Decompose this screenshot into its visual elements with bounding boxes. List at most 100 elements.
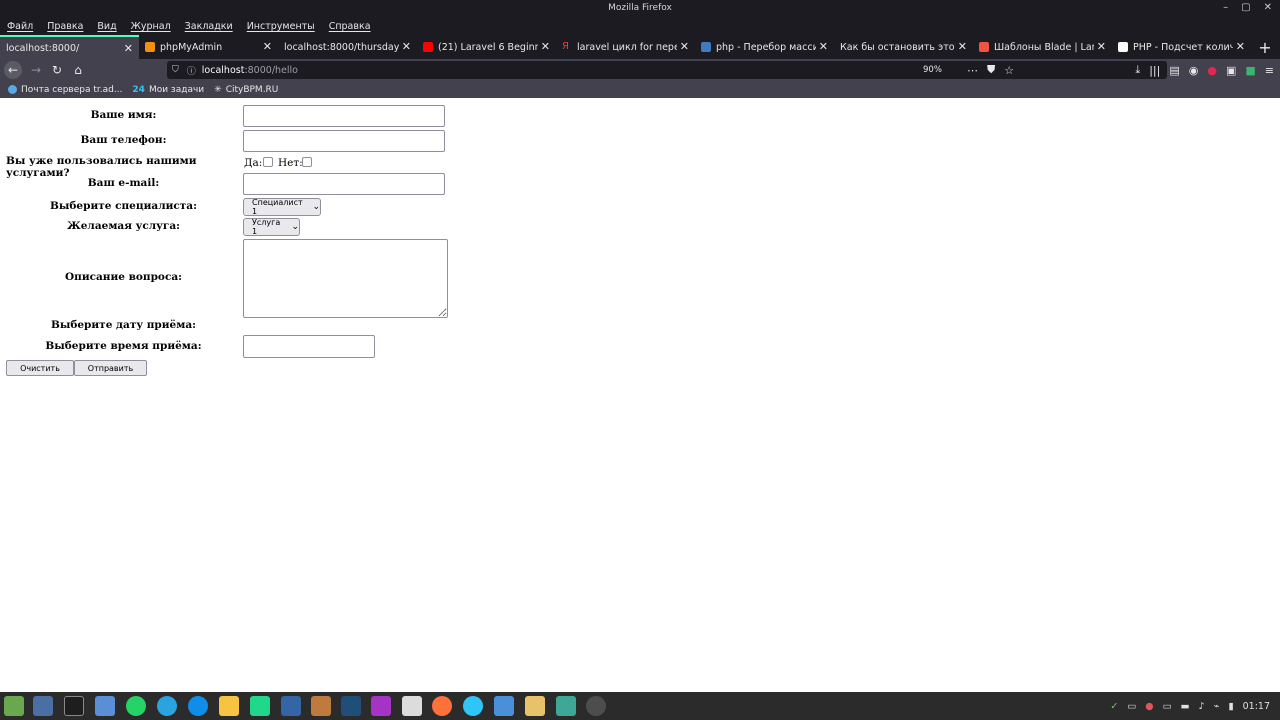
info-icon[interactable]: ⓘ <box>187 64 196 77</box>
phone-input[interactable] <box>243 130 445 152</box>
show-desktop-icon[interactable] <box>33 696 53 716</box>
specialist-label: Выберите специалиста: <box>50 200 197 212</box>
display-tray-icon[interactable]: ▭ <box>1163 701 1172 712</box>
power-icon[interactable]: ▮ <box>1228 701 1233 712</box>
firefox-icon[interactable] <box>432 696 452 716</box>
close-tab-icon[interactable]: ✕ <box>958 40 967 53</box>
calculator-icon[interactable] <box>281 696 301 716</box>
bitrix24-icon[interactable] <box>463 696 483 716</box>
close-tab-icon[interactable]: ✕ <box>541 40 550 53</box>
description-textarea[interactable] <box>243 239 448 318</box>
home-icon[interactable]: ⌂ <box>69 61 87 79</box>
tab-php-count[interactable]: PHP - Подсчет количест ✕ <box>1112 35 1251 59</box>
service-label: Желаемая услуга: <box>66 220 181 232</box>
page-actions-icon[interactable]: ⋯ <box>967 64 978 77</box>
download-icon[interactable]: ⤓ <box>1135 63 1140 77</box>
sidebar-icon[interactable]: ▤ <box>1169 64 1179 77</box>
bookmark-star-icon[interactable]: ☆ <box>1004 64 1014 77</box>
telegram-icon[interactable] <box>157 696 177 716</box>
tab-yandex[interactable]: Я laravel цикл for перенос ✕ <box>556 35 695 59</box>
close-tab-icon[interactable]: ✕ <box>1097 40 1106 53</box>
terminal-icon[interactable] <box>64 696 84 716</box>
app-menu-icon[interactable]: ≡ <box>1265 64 1274 77</box>
email-input[interactable] <box>243 173 445 195</box>
maximize-icon[interactable]: ▢ <box>1241 2 1250 13</box>
close-tab-icon[interactable]: ✕ <box>402 40 411 53</box>
close-tab-icon[interactable]: ✕ <box>1236 40 1245 53</box>
system-tray: ✓ ▭ ● ▭ ▬ ♪ ⌁ ▮ 01:17 <box>1110 692 1270 720</box>
pocket-icon[interactable]: ⛊ <box>987 63 995 77</box>
clear-button[interactable]: Очистить <box>6 360 74 376</box>
sublime-icon[interactable] <box>311 696 331 716</box>
extension-red-icon[interactable]: ● <box>1207 64 1217 77</box>
phpstorm-icon[interactable] <box>371 696 391 716</box>
bookmark-mail[interactable]: Почта сервера tr.ad... <box>8 85 122 95</box>
close-tab-icon[interactable]: ✕ <box>680 40 689 53</box>
minimize-icon[interactable]: – <box>1223 2 1228 13</box>
app-icon[interactable] <box>402 696 422 716</box>
close-tab-icon[interactable]: ✕ <box>819 40 828 53</box>
menu-bar: Файл Правка Вид Журнал Закладки Инструме… <box>0 17 1280 35</box>
volume-icon[interactable]: ♪ <box>1199 701 1205 712</box>
back-icon[interactable]: ← <box>4 61 22 79</box>
zoom-level[interactable]: 90% <box>923 61 942 79</box>
tab-stop-loop[interactable]: Как бы остановить этот цик ✕ <box>834 35 973 59</box>
files-icon[interactable] <box>95 696 115 716</box>
chromium-icon[interactable] <box>494 696 514 716</box>
url-bar[interactable]: ⛉ ⓘ localhost:8000/hello 90% ⋯ ⛊ ☆ <box>167 61 1167 79</box>
menu-view[interactable]: Вид <box>97 21 116 32</box>
forward-icon[interactable]: → <box>27 61 45 79</box>
teamviewer-icon[interactable] <box>188 696 208 716</box>
submit-button[interactable]: Отправить <box>74 360 147 376</box>
extension-puzzle-icon[interactable]: ■ <box>1245 64 1255 77</box>
account-icon[interactable]: ◉ <box>1189 64 1199 77</box>
notification-tray-icon[interactable]: ● <box>1145 701 1153 712</box>
navigation-toolbar: ← → ↻ ⌂ ⛉ ⓘ localhost:8000/hello 90% ⋯ ⛊… <box>0 59 1280 81</box>
extension-screenshot-icon[interactable]: ▣ <box>1226 64 1236 77</box>
language-flag-icon[interactable]: ▬ <box>1181 701 1190 712</box>
yes-checkbox[interactable] <box>263 157 273 167</box>
tab-phpmyadmin[interactable]: phpMyAdmin ✕ <box>139 35 278 59</box>
start-menu-icon[interactable] <box>4 696 24 716</box>
menu-history[interactable]: Журнал <box>131 21 171 32</box>
stackoverflow-icon <box>701 42 711 52</box>
name-input[interactable] <box>243 105 445 127</box>
system-monitor-icon[interactable] <box>556 696 576 716</box>
tab-youtube[interactable]: (21) Laravel 6 Beginner - ✕ <box>417 35 556 59</box>
library-icon[interactable]: ||| <box>1149 64 1160 77</box>
tab-localhost[interactable]: localhost:8000/ ✕ <box>0 35 139 59</box>
network-icon[interactable]: ⌁ <box>1214 701 1220 712</box>
menu-file[interactable]: Файл <box>7 21 33 32</box>
reload-icon[interactable]: ↻ <box>48 61 66 79</box>
mail-icon <box>8 85 17 94</box>
tab-label: localhost:8000/thursday <box>284 41 399 53</box>
text-editor-icon[interactable] <box>525 696 545 716</box>
taskbar: ✓ ▭ ● ▭ ▬ ♪ ⌁ ▮ 01:17 <box>0 692 1280 720</box>
close-icon[interactable]: ✕ <box>1264 2 1272 13</box>
tab-thursday[interactable]: localhost:8000/thursday ✕ <box>278 35 417 59</box>
pycharm-icon[interactable] <box>250 696 270 716</box>
menu-bookmarks[interactable]: Закладки <box>185 21 233 32</box>
whatsapp-icon[interactable] <box>126 696 146 716</box>
tab-blade[interactable]: Шаблоны Blade | Laravel ✕ <box>973 35 1112 59</box>
menu-tools[interactable]: Инструменты <box>247 21 315 32</box>
python-icon[interactable] <box>219 696 239 716</box>
obs-icon[interactable] <box>586 696 606 716</box>
menu-help[interactable]: Справка <box>329 21 371 32</box>
new-tab-icon[interactable]: + <box>1255 35 1275 59</box>
specialist-select[interactable]: Специалист 1 ⌄ <box>243 198 321 216</box>
bookmark-tasks[interactable]: 24 Мои задачи <box>132 85 204 95</box>
close-tab-icon[interactable]: ✕ <box>124 42 133 55</box>
shield-tray-icon[interactable]: ✓ <box>1110 701 1118 712</box>
bookmark-citybpm[interactable]: ✳ CityBPM.RU <box>214 85 278 95</box>
clock[interactable]: 01:17 <box>1243 701 1270 712</box>
service-select[interactable]: Услуга 1 ⌄ <box>243 218 300 236</box>
time-input[interactable] <box>243 335 375 358</box>
tab-php-array[interactable]: php - Перебор массива ✕ <box>695 35 834 59</box>
vscode-icon[interactable] <box>341 696 361 716</box>
chat-tray-icon[interactable]: ▭ <box>1127 701 1136 712</box>
menu-edit[interactable]: Правка <box>47 21 83 32</box>
shield-icon[interactable]: ⛉ <box>172 65 179 75</box>
close-tab-icon[interactable]: ✕ <box>263 40 272 53</box>
no-checkbox[interactable] <box>302 157 312 167</box>
